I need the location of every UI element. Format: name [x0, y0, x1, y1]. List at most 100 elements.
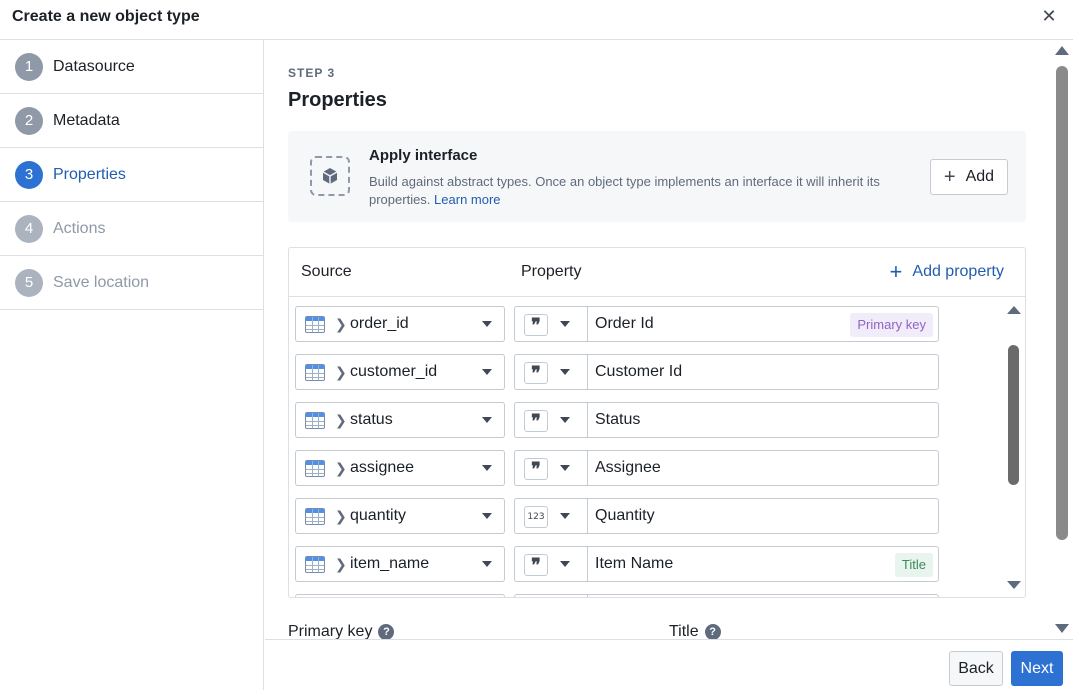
table-icon: [305, 316, 325, 333]
property-name-input[interactable]: Quantity: [587, 498, 939, 534]
key-selectors: Primary key ? Title ?: [288, 623, 1026, 639]
property-name-value: Customer Id: [595, 363, 683, 380]
caret-down-icon: [560, 465, 570, 471]
property-name-input[interactable]: Item Name Title: [587, 546, 939, 582]
step-number: 3: [15, 160, 43, 189]
column-header-property: Property: [521, 263, 582, 280]
step-label: Save location: [53, 273, 150, 291]
scroll-up-arrow-icon[interactable]: [1007, 306, 1021, 314]
property-name-input[interactable]: Assignee: [587, 450, 939, 486]
interface-title: Apply interface: [369, 147, 478, 164]
step-indicator: STEP 3: [288, 66, 336, 80]
scroll-up-arrow-icon[interactable]: [1055, 46, 1069, 55]
page-title: Properties: [288, 89, 387, 111]
primary-key-label-text: Primary key: [288, 623, 373, 639]
dialog-header: Create a new object type ✕: [0, 0, 1073, 40]
property-name-value: Assignee: [595, 459, 661, 476]
table-icon: [305, 508, 325, 525]
property-row: ❯ assignee ❞ Assignee: [295, 450, 939, 486]
page-scrollbar[interactable]: [1052, 40, 1073, 639]
caret-down-icon: [560, 561, 570, 567]
caret-down-icon: [482, 321, 492, 327]
properties-table: Source Property + Add property ❯ order_i…: [288, 247, 1026, 598]
chevron-right-icon: ❯: [335, 556, 347, 572]
next-button[interactable]: Next: [1011, 651, 1063, 686]
source-column-select[interactable]: ❯ status: [295, 402, 505, 438]
dialog-footer: Back Next: [265, 639, 1073, 690]
property-name-input[interactable]: [587, 594, 939, 597]
property-type-select[interactable]: ❞: [514, 354, 587, 390]
scroll-down-arrow-icon[interactable]: [1055, 624, 1069, 633]
property-row: ❯ status ❞ Status: [295, 402, 939, 438]
property-type-select[interactable]: 123: [514, 498, 587, 534]
step-label: Datasource: [53, 57, 135, 75]
table-icon: [305, 556, 325, 573]
string-type-icon: ❞: [524, 554, 548, 576]
property-name-value: Status: [595, 411, 641, 428]
main-panel: STEP 3 Properties Apply interface Build …: [265, 40, 1073, 639]
property-row: ❯ quantity 123 Quantity: [295, 498, 939, 534]
caret-down-icon: [560, 513, 570, 519]
add-property-button[interactable]: + Add property: [890, 261, 1004, 283]
scrollbar-thumb[interactable]: [1056, 66, 1068, 540]
source-name: customer_id: [350, 363, 438, 380]
chevron-right-icon: ❯: [335, 316, 347, 332]
title-label-text: Title: [669, 623, 699, 639]
chevron-right-icon: ❯: [335, 508, 347, 524]
title-tag: Title: [894, 553, 933, 577]
property-name-input[interactable]: Status: [587, 402, 939, 438]
caret-down-icon: [482, 513, 492, 519]
step-label: Actions: [53, 219, 106, 237]
source-column-select[interactable]: ❯ quantity: [295, 498, 505, 534]
property-name-input[interactable]: Customer Id: [587, 354, 939, 390]
apply-interface-card: Apply interface Build against abstract t…: [288, 131, 1026, 222]
sidebar-step-datasource[interactable]: 1 Datasource: [0, 40, 263, 94]
step-label: Metadata: [53, 111, 120, 129]
table-icon: [305, 412, 325, 429]
help-icon[interactable]: ?: [704, 624, 721, 639]
add-interface-button[interactable]: + Add: [930, 159, 1008, 195]
step-number: 4: [15, 214, 43, 243]
source-column-select[interactable]: ❯ item_name: [295, 546, 505, 582]
table-scrollbar[interactable]: [1003, 297, 1023, 597]
title-label: Title ?: [669, 623, 721, 639]
sidebar-step-actions: 4 Actions: [0, 202, 263, 256]
learn-more-link[interactable]: Learn more: [434, 192, 500, 207]
caret-down-icon: [560, 369, 570, 375]
source-name: quantity: [350, 507, 407, 524]
caret-down-icon: [482, 561, 492, 567]
source-column-select[interactable]: ❯ order_id: [295, 306, 505, 342]
sidebar-step-properties[interactable]: 3 Properties: [0, 148, 263, 202]
source-column-select[interactable]: ❯ assignee: [295, 450, 505, 486]
back-button[interactable]: Back: [949, 651, 1003, 686]
caret-down-icon: [560, 321, 570, 327]
property-name-value: Order Id: [595, 315, 654, 332]
property-type-select[interactable]: ❞: [514, 450, 587, 486]
column-header-source: Source: [301, 263, 352, 280]
interface-description: Build against abstract types. Once an ob…: [369, 173, 914, 209]
plus-icon: +: [943, 166, 956, 188]
step-number: 5: [15, 268, 43, 297]
table-header: Source Property + Add property: [289, 248, 1025, 297]
dialog-title: Create a new object type: [12, 8, 200, 25]
property-name-value: Quantity: [595, 507, 655, 524]
sidebar-step-metadata[interactable]: 2 Metadata: [0, 94, 263, 148]
scroll-down-arrow-icon[interactable]: [1007, 581, 1021, 589]
help-icon[interactable]: ?: [378, 624, 395, 639]
caret-down-icon: [482, 369, 492, 375]
steps-sidebar: 1 Datasource 2 Metadata 3 Properties 4 A…: [0, 40, 264, 690]
integer-type-icon: 123: [524, 506, 548, 528]
scrollbar-thumb[interactable]: [1008, 345, 1019, 485]
property-name-input[interactable]: Order Id Primary key: [587, 306, 939, 342]
close-icon[interactable]: ✕: [1039, 6, 1059, 26]
property-type-select[interactable]: [514, 594, 587, 597]
string-type-icon: ❞: [524, 314, 548, 336]
source-name: status: [350, 411, 393, 428]
source-column-select[interactable]: [295, 594, 505, 597]
property-type-select[interactable]: ❞: [514, 306, 587, 342]
property-type-select[interactable]: ❞: [514, 402, 587, 438]
property-type-select[interactable]: ❞: [514, 546, 587, 582]
source-column-select[interactable]: ❯ customer_id: [295, 354, 505, 390]
chevron-right-icon: ❯: [335, 412, 347, 428]
property-name-value: Item Name: [595, 555, 674, 572]
